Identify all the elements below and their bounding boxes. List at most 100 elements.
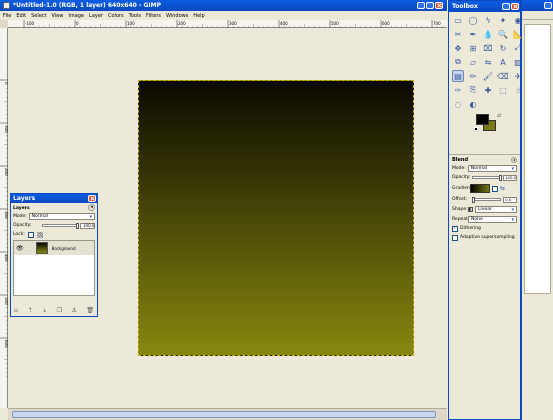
opacity-slider[interactable] [41,223,79,229]
h-ruler-label: 200 [178,21,186,26]
shape-dropdown[interactable]: Linear [474,205,517,213]
pencil-tool-icon[interactable]: ✏ [467,70,479,82]
toolbox-minimize-button[interactable] [502,3,510,10]
color-picker-tool-icon[interactable]: 💧 [482,28,494,40]
ruler-corner[interactable] [0,20,8,28]
layer-name[interactable]: Background [52,246,76,251]
repeat-label: Repeat: [452,216,470,222]
scroll-thumb[interactable] [12,411,436,418]
color-area: ⇄ [449,112,520,136]
horizontal-scrollbar[interactable] [8,408,447,420]
blend-opacity-value: 100.0 [505,175,516,180]
opacity-spin[interactable]: 100.0 [80,222,95,229]
tab-menu-icon-blend[interactable]: ◂ [511,157,517,163]
lower-layer-icon[interactable]: ⇣ [42,307,47,314]
perspective-tool-icon[interactable]: ▱ [467,56,479,68]
offset-slider[interactable] [472,197,502,203]
blend-opacity-spin[interactable]: 100.0 [503,174,517,181]
dithering-label: Dithering [460,226,481,231]
maximize-button[interactable] [426,2,434,9]
menu-filters[interactable]: Filters [146,13,161,19]
menu-view[interactable]: View [52,13,64,19]
menu-layer[interactable]: Layer [89,13,103,19]
clone-tool-icon[interactable]: ⎘ [467,84,479,96]
delete-layer-icon[interactable]: 🗑 [86,307,94,314]
blur-tool-icon[interactable]: ◌ [452,98,464,110]
flip-tool-icon[interactable]: ⇋ [482,56,494,68]
lock-alpha-icon[interactable] [36,231,43,238]
gradient-editor-icon[interactable]: ⇆ [500,185,505,192]
menu-select[interactable]: Select [31,13,46,19]
eye-icon[interactable]: 👁 [16,245,24,252]
menu-bar: File Edit Select View Image Layer Colors Tools F… [0,11,447,20]
blend-mode-dropdown[interactable]: Normal [467,165,517,172]
tool-grid: ▭ ◯ ϟ ✦ ◉ ✂ ✒ 💧 🔍 📐 ✥ ⊞ ⌧ ↻ ⤢ ⧉ ▱ ⇋ A ▨ ▤ ✏ 🖌 ⌫ ✈ ✑ ⎘ ✚ ⬚ ☝ ◌ ◐ [449,12,523,112]
lock-label: Lock: [13,232,25,237]
layers-tab-label: Layers [13,206,30,211]
secondary-minimize-button[interactable] [544,2,552,9]
heal-tool-icon[interactable]: ✚ [482,84,494,96]
horizontal-ruler[interactable]: -100 0 100 200 300 400 500 600 700 [8,20,447,28]
menu-tools[interactable]: Tools [129,13,141,19]
blend-opacity-handle[interactable] [499,175,503,181]
rect-select-tool-icon[interactable]: ▭ [452,14,464,26]
text-tool-icon[interactable]: A [497,56,509,68]
toolbox-window: Toolbox ▭ ◯ ϟ ✦ ◉ ✂ ✒ 💧 🔍 📐 ✥ ⊞ ⌧ ↻ ⤢ ⧉ ▱ ⇋ A ▨ ▤ ✏ 🖌 ⌫ ✈ ✑ ⎘ ✚ ⬚ ☝ ◌ ◐… [448,0,523,420]
layer-row-background[interactable]: 👁 Background [14,241,94,255]
crop-tool-icon[interactable]: ⌧ [482,42,494,54]
anchor-layer-icon[interactable]: ⚓ [71,307,76,314]
swap-colors-icon[interactable]: ⇄ [497,113,501,119]
eraser-tool-icon[interactable]: ⌫ [497,70,509,82]
move-tool-icon[interactable]: ✥ [452,42,464,54]
opacity-slider-handle[interactable] [76,223,79,229]
duplicate-layer-icon[interactable]: ❐ [57,307,62,314]
repeat-dropdown[interactable]: None [468,215,517,223]
vertical-ruler[interactable]: 0100200300400500600 [0,28,8,408]
reverse-gradient-checkbox[interactable] [492,185,498,192]
secondary-title-bar [522,0,553,11]
blend-title: Blend [452,157,469,163]
scissors-tool-icon[interactable]: ✂ [452,28,464,40]
close-button[interactable] [435,2,443,9]
new-layer-icon[interactable]: ▫ [14,307,18,314]
ellipse-select-tool-icon[interactable]: ◯ [467,14,479,26]
menu-help[interactable]: Help [193,13,204,19]
offset-spin[interactable]: 0.0 [503,196,517,203]
opacity-label: Opacity: [13,223,32,228]
paintbrush-tool-icon[interactable]: 🖌 [482,70,494,82]
free-select-tool-icon[interactable]: ϟ [482,14,494,26]
menu-colors[interactable]: Colors [108,13,124,19]
tab-menu-icon[interactable]: ◂ [88,204,95,211]
align-tool-icon[interactable]: ⊞ [467,42,479,54]
shear-tool-icon[interactable]: ⧉ [452,56,464,68]
zoom-tool-icon[interactable]: 🔍 [497,28,509,40]
raise-layer-icon[interactable]: ⇡ [28,307,33,314]
menu-file[interactable]: File [3,13,11,19]
ink-tool-icon[interactable]: ✑ [452,84,464,96]
gradient-preview[interactable] [470,184,490,193]
blend-tool-icon[interactable]: ▤ [452,70,464,82]
dodge-tool-icon[interactable]: ◐ [467,98,479,110]
layers-title: Layers [13,195,36,202]
dithering-checkbox[interactable] [452,225,458,232]
blend-opacity-slider[interactable] [472,175,503,181]
offset-slider-handle[interactable] [472,197,475,203]
toolbox-close-button[interactable] [511,3,519,10]
layers-close-button[interactable] [88,195,96,202]
default-colors-icon[interactable] [474,127,478,131]
menu-windows[interactable]: Windows [166,13,188,19]
paths-tool-icon[interactable]: ✒ [467,28,479,40]
lock-pixels-checkbox[interactable] [27,231,34,238]
rotate-tool-icon[interactable]: ↻ [497,42,509,54]
fuzzy-select-tool-icon[interactable]: ✦ [497,14,509,26]
mode-dropdown[interactable]: Normal [28,213,95,220]
adaptive-supersampling-checkbox[interactable] [452,234,458,241]
menu-edit[interactable]: Edit [16,13,26,19]
image-canvas[interactable] [138,80,414,356]
minimize-button[interactable] [417,2,425,9]
foreground-color-swatch[interactable] [476,114,489,125]
secondary-panel [524,24,551,294]
menu-image[interactable]: Image [68,13,84,19]
gimp-app-icon [3,2,10,9]
perspective-clone-tool-icon[interactable]: ⬚ [497,84,509,96]
